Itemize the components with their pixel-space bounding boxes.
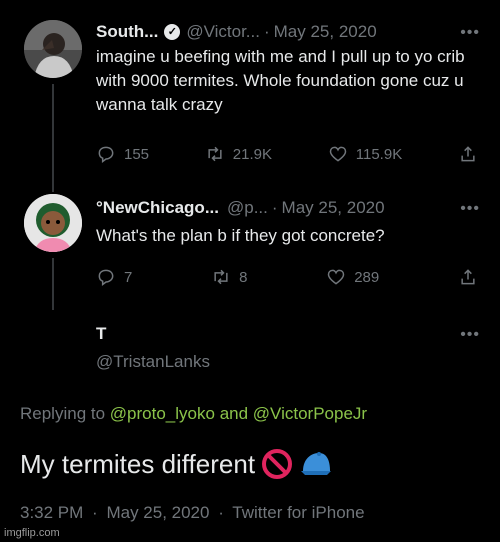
- handle[interactable]: @p...: [227, 198, 268, 218]
- verified-badge-icon: ✓: [164, 24, 181, 40]
- handle[interactable]: @TristanLanks: [96, 352, 480, 372]
- main-tweet-text: My termites different: [20, 448, 333, 480]
- replying-to: Replying to @proto_lyoko and @VictorPope…: [20, 404, 367, 424]
- reply-button[interactable]: 7: [96, 267, 132, 287]
- tweet-thread: South... ✓ @Victor... · May 25, 2020 •••…: [0, 0, 500, 542]
- tweet-2[interactable]: °NewChicago... @p... · May 25, 2020 ••• …: [96, 198, 480, 247]
- tweet-text: imagine u beefing with me and I pull up …: [96, 47, 465, 114]
- replying-and: and: [219, 404, 249, 423]
- tweet-text: My termites different: [20, 448, 256, 479]
- tweet-meta: 3:32 PM · May 25, 2020 · Twitter for iPh…: [20, 503, 365, 523]
- reply-count: 155: [124, 145, 150, 163]
- share-button[interactable]: [458, 267, 478, 287]
- thread-line: [52, 84, 54, 192]
- tweet-date[interactable]: May 25, 2020: [274, 22, 377, 42]
- separator: ·: [92, 503, 98, 522]
- retweet-button[interactable]: 21.9K: [205, 144, 272, 164]
- mention-link[interactable]: @VictorPopeJr: [253, 404, 367, 423]
- tweet-actions: 7 8 289: [96, 267, 478, 287]
- mention-link[interactable]: @proto_lyoko: [110, 404, 215, 423]
- heart-icon: [327, 269, 345, 285]
- watermark: imgflip.com: [4, 527, 60, 539]
- avatar-photo-icon: [24, 20, 82, 78]
- reply-icon: [98, 269, 114, 286]
- retweet-button[interactable]: 8: [211, 267, 247, 287]
- reply-count: 7: [124, 268, 133, 286]
- reply-icon: [98, 146, 114, 163]
- tweet-date[interactable]: May 25, 2020: [106, 503, 209, 522]
- display-name[interactable]: South...: [96, 22, 158, 42]
- tweet-date[interactable]: May 25, 2020: [282, 198, 385, 218]
- thread-line: [52, 258, 54, 310]
- tweet-actions: 155 21.9K 115.9K: [96, 144, 478, 164]
- replying-prefix: Replying to: [20, 404, 106, 423]
- avatar[interactable]: [24, 20, 82, 78]
- retweet-count: 21.9K: [232, 145, 272, 163]
- main-tweet-author[interactable]: T @TristanLanks •••: [96, 324, 480, 372]
- retweet-icon: [214, 269, 228, 285]
- avatar[interactable]: [24, 194, 82, 252]
- prohibited-icon: [262, 449, 293, 479]
- share-button[interactable]: [458, 144, 478, 164]
- tweet-1[interactable]: South... ✓ @Victor... · May 25, 2020 •••…: [96, 22, 480, 117]
- reply-button[interactable]: 155: [96, 144, 149, 164]
- separator: ·: [271, 198, 278, 217]
- like-count: 115.9K: [355, 145, 403, 163]
- tweet-time[interactable]: 3:32 PM: [20, 503, 83, 522]
- more-options-icon[interactable]: •••: [460, 24, 480, 42]
- heart-icon: [329, 146, 347, 162]
- handle[interactable]: @Victor...: [186, 22, 260, 42]
- like-button[interactable]: 115.9K: [328, 144, 402, 164]
- tweet-text: What's the plan b if they got concrete?: [96, 226, 385, 245]
- display-name[interactable]: T: [96, 324, 106, 344]
- display-name[interactable]: °NewChicago...: [96, 198, 219, 218]
- retweet-count: 8: [239, 268, 248, 286]
- separator: ·: [263, 22, 270, 41]
- more-options-icon[interactable]: •••: [460, 326, 480, 344]
- tweet-source[interactable]: Twitter for iPhone: [232, 503, 364, 522]
- like-count: 289: [354, 268, 380, 286]
- share-icon: [461, 146, 475, 162]
- separator: ·: [218, 503, 224, 522]
- more-options-icon[interactable]: •••: [460, 200, 480, 218]
- cartoon-avatar-icon: [24, 194, 82, 252]
- cap-icon: [301, 452, 332, 475]
- retweet-icon: [208, 146, 222, 162]
- share-icon: [461, 269, 475, 285]
- like-button[interactable]: 289: [326, 267, 379, 287]
